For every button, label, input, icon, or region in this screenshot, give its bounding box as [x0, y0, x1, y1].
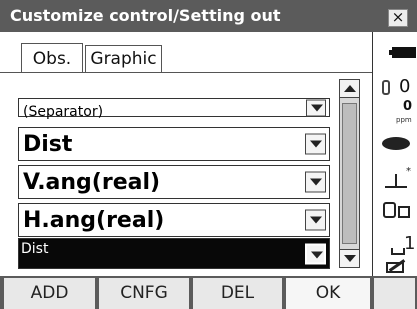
tab-divider: [0, 72, 372, 73]
window-title: Customize control/Setting out: [10, 6, 281, 25]
ppm-unit: ppm: [396, 116, 412, 124]
scrollbar[interactable]: [339, 79, 360, 268]
dropdown-arrow-icon[interactable]: [305, 243, 326, 264]
close-button[interactable]: ×: [388, 9, 408, 27]
item-label: (Separator): [23, 104, 104, 120]
item-select-separator[interactable]: (Separator): [18, 98, 330, 120]
status-bar: 0 0 ppm * 1: [372, 32, 417, 276]
item-label: H.ang(real): [23, 208, 165, 233]
dropdown-arrow-icon[interactable]: [305, 209, 326, 231]
add-button[interactable]: ADD: [4, 278, 97, 309]
scroll-thumb[interactable]: [342, 103, 357, 244]
blank-softkey[interactable]: [374, 278, 417, 309]
scroll-down-button[interactable]: [339, 249, 360, 268]
item-label: Dist: [23, 132, 73, 157]
ppm-value: 0: [403, 99, 413, 114]
scroll-track[interactable]: [339, 98, 360, 249]
dropdown-arrow-icon[interactable]: [305, 171, 326, 193]
item-label: Dist: [21, 241, 49, 257]
close-icon: ×: [391, 8, 405, 26]
scroll-up-button[interactable]: [339, 79, 360, 98]
tab-obs[interactable]: Obs.: [21, 43, 83, 73]
communication-icon[interactable]: [383, 202, 411, 220]
softkey-bar: ADD CNFG DEL OK: [0, 276, 417, 309]
ok-button[interactable]: OK: [286, 278, 372, 309]
prism-constant: 0: [399, 76, 411, 97]
item-select-hang[interactable]: H.ang(real): [18, 203, 330, 237]
item-select-vang[interactable]: V.ang(real): [18, 165, 330, 199]
pen-icon[interactable]: [386, 259, 406, 275]
tab-graphic[interactable]: Graphic: [85, 45, 162, 72]
dropdown-arrow-icon[interactable]: [306, 99, 326, 116]
input-mode-icon[interactable]: 1: [391, 233, 415, 255]
item-select-dist[interactable]: Dist: [18, 127, 330, 161]
item-select-dist-selected[interactable]: Dist: [18, 238, 330, 269]
tilt-icon[interactable]: *: [385, 166, 411, 188]
dropdown-arrow-icon[interactable]: [305, 133, 326, 155]
cnfg-button[interactable]: CNFG: [99, 278, 191, 309]
title-bar: Customize control/Setting out ×: [0, 0, 417, 32]
battery-icon: [389, 47, 416, 58]
main-panel: Obs. Graphic (Separator) Dist V.ang(real…: [0, 32, 372, 276]
del-button[interactable]: DEL: [193, 278, 284, 309]
laser-icon[interactable]: [382, 137, 410, 150]
prism-icon: [382, 80, 390, 95]
item-label: V.ang(real): [23, 170, 161, 195]
